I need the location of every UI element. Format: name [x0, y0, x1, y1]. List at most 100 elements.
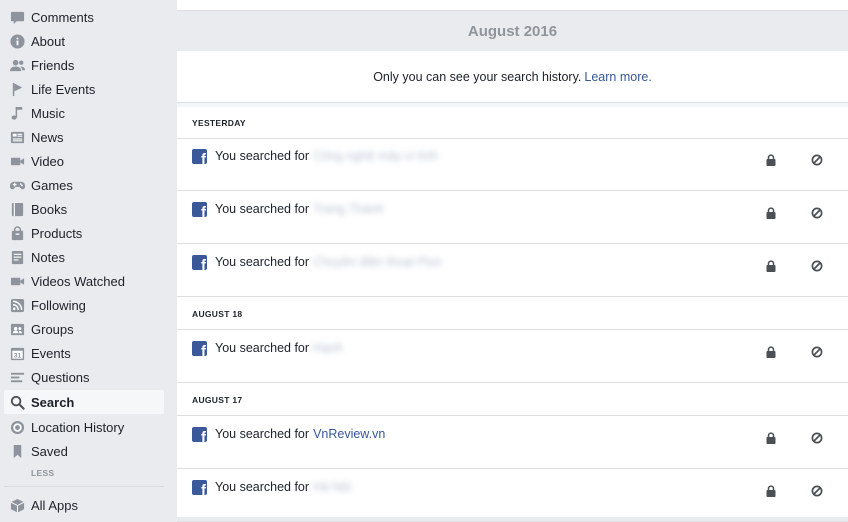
- search-history-panel: August 2016 Only you can see your search…: [177, 0, 848, 522]
- music-note-icon: [9, 105, 25, 121]
- remove-icon[interactable]: [811, 207, 823, 219]
- apps-box-icon: [9, 497, 25, 513]
- lock-icon[interactable]: [765, 154, 777, 166]
- date-section-header: AUGUST 18: [177, 297, 848, 330]
- search-history-row: f You searched for Công nghệ máy vi tính: [177, 138, 848, 191]
- search-query-link[interactable]: Công nghệ máy vi tính: [313, 149, 438, 163]
- row-prefix: You searched for: [215, 341, 310, 355]
- sidebar-item-life-events[interactable]: Life Events: [4, 77, 164, 101]
- calendar-icon: 31: [9, 345, 25, 361]
- video-camera-icon: [9, 273, 25, 289]
- groups-icon: [9, 321, 25, 337]
- sidebar-item-label: Comments: [31, 9, 94, 25]
- search-query-link[interactable]: Chuyên điện thoại Plus: [313, 255, 442, 269]
- sidebar-item-location-history[interactable]: Location History: [4, 415, 164, 439]
- search-query-link[interactable]: Trang Thành: [313, 202, 384, 216]
- remove-icon[interactable]: [811, 432, 823, 444]
- date-section-header: YESTERDAY: [177, 106, 848, 139]
- sidebar-item-label: Videos Watched: [31, 273, 125, 289]
- sidebar-item-news[interactable]: News: [4, 125, 164, 149]
- sidebar-item-products[interactable]: Products: [4, 221, 164, 245]
- sidebar-item-label: Books: [31, 201, 68, 217]
- search-history-row: f You searched for Hạnh: [177, 330, 848, 383]
- less-toggle[interactable]: LESS: [31, 468, 54, 478]
- news-icon: [9, 129, 25, 145]
- sidebar-divider: [4, 486, 164, 487]
- bookmark-icon: [9, 443, 25, 459]
- rss-icon: [9, 297, 25, 313]
- location-target-icon: [9, 419, 25, 435]
- search-history-row: f You searched for Hà Nội: [177, 469, 848, 522]
- row-text: You searched for Chuyên điện thoại Plus: [215, 255, 442, 269]
- remove-icon[interactable]: [811, 346, 823, 358]
- sidebar-item-groups[interactable]: Groups: [4, 317, 164, 341]
- sidebar-item-search[interactable]: Search: [4, 390, 164, 414]
- sidebar-item-saved[interactable]: Saved: [4, 439, 164, 463]
- sidebar-item-comments[interactable]: Comments: [4, 5, 164, 29]
- row-text: You searched for VnReview.vn: [215, 427, 385, 441]
- sidebar-item-books[interactable]: Books: [4, 197, 164, 221]
- search-history-row: f You searched for Trang Thành: [177, 191, 848, 244]
- flag-icon: [9, 81, 25, 97]
- sidebar-item-label: Location History: [31, 419, 125, 435]
- search-query-link[interactable]: Hà Nội: [313, 480, 351, 494]
- date-label: AUGUST 18: [192, 309, 243, 319]
- video-camera-icon: [9, 153, 25, 169]
- sidebar-item-following[interactable]: Following: [4, 293, 164, 317]
- row-text: You searched for Hạnh: [215, 341, 343, 355]
- remove-icon[interactable]: [811, 154, 823, 166]
- sidebar-item-games[interactable]: Games: [4, 173, 164, 197]
- search-icon: [9, 394, 25, 410]
- notice-text: Only you can see your search history.: [373, 69, 582, 84]
- lock-icon[interactable]: [765, 207, 777, 219]
- sidebar-item-video[interactable]: Video: [4, 149, 164, 173]
- month-title: August 2016: [467, 22, 558, 40]
- remove-icon[interactable]: [811, 485, 823, 497]
- sidebar-item-label: Groups: [31, 321, 74, 337]
- comment-icon: [9, 9, 25, 25]
- friends-icon: [9, 57, 25, 73]
- lock-icon[interactable]: [765, 485, 777, 497]
- sidebar-item-music[interactable]: Music: [4, 101, 164, 125]
- learn-more-link[interactable]: Learn more.: [584, 70, 651, 84]
- lock-icon[interactable]: [765, 260, 777, 272]
- sidebar-item-label: Music: [31, 105, 65, 121]
- lock-icon[interactable]: [765, 346, 777, 358]
- sidebar-item-videos-watched[interactable]: Videos Watched: [4, 269, 164, 293]
- sidebar-item-label: About: [31, 33, 65, 49]
- note-icon: [9, 249, 25, 265]
- sidebar-item-label: Saved: [31, 443, 68, 459]
- sidebar-item-label: Events: [31, 345, 71, 361]
- search-query-link[interactable]: Hạnh: [313, 341, 343, 355]
- calendar-day: 31: [13, 352, 21, 359]
- sidebar-item-label: Following: [31, 297, 86, 313]
- row-text: You searched for Trang Thành: [215, 202, 384, 216]
- facebook-logo-icon: f: [192, 341, 207, 356]
- sidebar-item-label: Video: [31, 153, 65, 169]
- sidebar-item-about[interactable]: About: [4, 29, 164, 53]
- remove-icon[interactable]: [811, 260, 823, 272]
- row-prefix: You searched for: [215, 480, 310, 494]
- search-query-link[interactable]: VnReview.vn: [313, 427, 385, 441]
- row-prefix: You searched for: [215, 255, 310, 269]
- lock-icon[interactable]: [765, 432, 777, 444]
- sidebar-item-notes[interactable]: Notes: [4, 245, 164, 269]
- facebook-logo-icon: f: [192, 255, 207, 270]
- sidebar-item-events[interactable]: 31 Events: [4, 341, 164, 365]
- sidebar-item-label: Life Events: [31, 81, 96, 97]
- facebook-logo-icon: f: [192, 427, 207, 442]
- sidebar-item-questions[interactable]: Questions: [4, 365, 164, 389]
- sidebar-item-all-apps[interactable]: All Apps: [4, 493, 164, 517]
- date-label: AUGUST 17: [192, 395, 243, 405]
- sidebar-item-label: Friends: [31, 57, 75, 73]
- facebook-logo-icon: f: [192, 149, 207, 164]
- sidebar-item-label: News: [31, 129, 64, 145]
- search-history-row: f You searched for VnReview.vn: [177, 416, 848, 469]
- sidebar-item-label: Games: [31, 177, 73, 193]
- row-prefix: You searched for: [215, 149, 310, 163]
- sidebar-item-friends[interactable]: Friends: [4, 53, 164, 77]
- date-label: YESTERDAY: [192, 118, 246, 128]
- facebook-logo-icon: f: [192, 202, 207, 217]
- sidebar-item-label: Products: [31, 225, 83, 241]
- info-icon: [9, 33, 25, 49]
